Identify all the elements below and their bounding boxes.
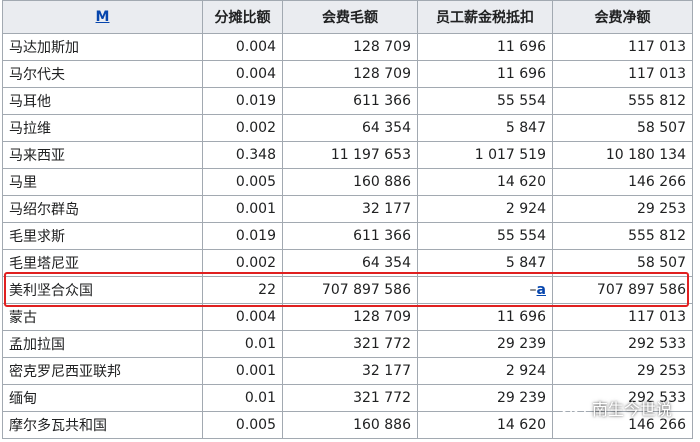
gross-contribution: 128 709 xyxy=(282,60,418,88)
net-contribution: 58 507 xyxy=(552,249,693,277)
header-staff-assessment-credit: 员工薪金税抵扣 xyxy=(417,0,553,34)
assessment-table: M 分摊比额 会费毛额 员工薪金税抵扣 会费净额 马达加斯加 0.004 128… xyxy=(2,0,693,439)
net-contribution: 29 253 xyxy=(552,195,693,223)
table-row: 密克罗尼西亚联邦 0.001 32 177 2 924 29 253 xyxy=(2,357,693,385)
assessment-rate: 0.001 xyxy=(202,195,283,223)
country-name: 马耳他 xyxy=(2,87,203,115)
gross-contribution: 611 366 xyxy=(282,222,418,250)
country-name: 马尔代夫 xyxy=(2,60,203,88)
country-name: 毛里塔尼亚 xyxy=(2,249,203,277)
table-row-highlighted: 美利坚合众国 22 707 897 586 –a 707 897 586 xyxy=(2,276,693,304)
net-contribution: 58 507 xyxy=(552,114,693,142)
no-credit-dash: – xyxy=(529,282,537,298)
assessment-rate: 0.002 xyxy=(202,249,283,277)
gross-contribution: 32 177 xyxy=(282,195,418,223)
net-contribution: 146 266 xyxy=(552,168,693,196)
country-name: 摩尔多瓦共和国 xyxy=(2,411,203,439)
table-row: 马耳他 0.019 611 366 55 554 555 812 xyxy=(2,87,693,115)
country-name: 孟加拉国 xyxy=(2,330,203,358)
country-name: 马里 xyxy=(2,168,203,196)
country-name: 美利坚合众国 xyxy=(2,276,203,304)
staff-assessment-credit: 55 554 xyxy=(417,222,553,250)
staff-assessment-credit: 5 847 xyxy=(417,114,553,142)
watermark: 南生今世说 xyxy=(560,396,672,420)
gross-contribution: 128 709 xyxy=(282,303,418,331)
staff-assessment-credit: 2 924 xyxy=(417,195,553,223)
staff-assessment-credit: 2 924 xyxy=(417,357,553,385)
staff-assessment-credit: 11 696 xyxy=(417,60,553,88)
net-contribution: 117 013 xyxy=(552,303,693,331)
gross-contribution: 160 886 xyxy=(282,411,418,439)
gross-contribution: 321 772 xyxy=(282,330,418,358)
assessment-rate: 0.002 xyxy=(202,114,283,142)
staff-assessment-credit: 29 239 xyxy=(417,330,553,358)
table-row: 马绍尔群岛 0.001 32 177 2 924 29 253 xyxy=(2,195,693,223)
gross-contribution: 611 366 xyxy=(282,87,418,115)
table-row: 毛里塔尼亚 0.002 64 354 5 847 58 507 xyxy=(2,249,693,277)
table-row: 蒙古 0.004 128 709 11 696 117 013 xyxy=(2,303,693,331)
gross-contribution: 64 354 xyxy=(282,114,418,142)
table-header-row: M 分摊比额 会费毛额 员工薪金税抵扣 会费净额 xyxy=(2,0,693,34)
net-contribution: 117 013 xyxy=(552,60,693,88)
table-row: 孟加拉国 0.01 321 772 29 239 292 533 xyxy=(2,330,693,358)
header-assessment-rate: 分摊比额 xyxy=(202,0,283,34)
table-row: 马拉维 0.002 64 354 5 847 58 507 xyxy=(2,114,693,142)
staff-assessment-credit: 5 847 xyxy=(417,249,553,277)
footnote-link-a[interactable]: a xyxy=(537,282,546,298)
staff-assessment-credit: 11 696 xyxy=(417,303,553,331)
assessment-rate: 0.004 xyxy=(202,60,283,88)
net-contribution: 117 013 xyxy=(552,33,693,61)
country-name: 缅甸 xyxy=(2,384,203,412)
assessment-rate: 0.004 xyxy=(202,33,283,61)
country-name: 毛里求斯 xyxy=(2,222,203,250)
country-name: 马来西亚 xyxy=(2,141,203,169)
assessment-rate: 0.001 xyxy=(202,357,283,385)
wechat-icon xyxy=(560,397,586,418)
staff-assessment-credit: 29 239 xyxy=(417,384,553,412)
table-row: 马来西亚 0.348 11 197 653 1 017 519 10 180 1… xyxy=(2,141,693,169)
net-contribution: 555 812 xyxy=(552,222,693,250)
country-name: 马拉维 xyxy=(2,114,203,142)
country-name: 马达加斯加 xyxy=(2,33,203,61)
gross-contribution: 11 197 653 xyxy=(282,141,418,169)
gross-contribution: 707 897 586 xyxy=(282,276,418,304)
header-gross-contribution: 会费毛额 xyxy=(282,0,418,34)
assessment-rate: 22 xyxy=(202,276,283,304)
table-row: 马里 0.005 160 886 14 620 146 266 xyxy=(2,168,693,196)
gross-contribution: 128 709 xyxy=(282,33,418,61)
net-contribution: 10 180 134 xyxy=(552,141,693,169)
page: M 分摊比额 会费毛额 员工薪金税抵扣 会费净额 马达加斯加 0.004 128… xyxy=(0,0,700,442)
net-contribution: 292 533 xyxy=(552,330,693,358)
table-row: 马尔代夫 0.004 128 709 11 696 117 013 xyxy=(2,60,693,88)
staff-assessment-credit: 14 620 xyxy=(417,168,553,196)
watermark-text: 南生今世说 xyxy=(592,400,673,419)
net-contribution: 29 253 xyxy=(552,357,693,385)
staff-assessment-credit: 11 696 xyxy=(417,33,553,61)
gross-contribution: 32 177 xyxy=(282,357,418,385)
staff-assessment-credit: 1 017 519 xyxy=(417,141,553,169)
net-contribution: 555 812 xyxy=(552,87,693,115)
net-contribution: 707 897 586 xyxy=(552,276,693,304)
assessment-rate: 0.01 xyxy=(202,330,283,358)
assessment-rate: 0.019 xyxy=(202,222,283,250)
staff-assessment-credit: –a xyxy=(417,276,553,304)
country-name: 密克罗尼西亚联邦 xyxy=(2,357,203,385)
header-net-contribution: 会费净额 xyxy=(552,0,693,34)
country-name: 蒙古 xyxy=(2,303,203,331)
gross-contribution: 64 354 xyxy=(282,249,418,277)
staff-assessment-credit: 14 620 xyxy=(417,411,553,439)
table-row: 马达加斯加 0.004 128 709 11 696 117 013 xyxy=(2,33,693,61)
assessment-rate: 0.01 xyxy=(202,384,283,412)
gross-contribution: 321 772 xyxy=(282,384,418,412)
table-row: 毛里求斯 0.019 611 366 55 554 555 812 xyxy=(2,222,693,250)
assessment-rate: 0.005 xyxy=(202,168,283,196)
assessment-rate: 0.005 xyxy=(202,411,283,439)
header-country-letter[interactable]: M xyxy=(2,0,203,34)
assessment-rate: 0.004 xyxy=(202,303,283,331)
gross-contribution: 160 886 xyxy=(282,168,418,196)
assessment-rate: 0.019 xyxy=(202,87,283,115)
country-name: 马绍尔群岛 xyxy=(2,195,203,223)
staff-assessment-credit: 55 554 xyxy=(417,87,553,115)
assessment-rate: 0.348 xyxy=(202,141,283,169)
